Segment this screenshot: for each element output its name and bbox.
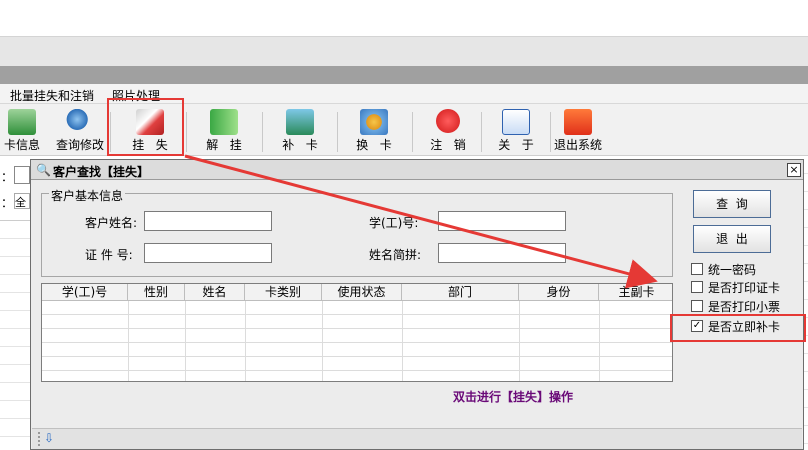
reissue-card-label: 补 卡 [282, 138, 318, 152]
swap-card-button[interactable]: 换 卡 [344, 107, 404, 155]
grid-divider [402, 301, 403, 381]
background-input[interactable] [14, 166, 30, 184]
window-caption-bar [0, 66, 808, 84]
name-pinyin-input[interactable] [438, 243, 566, 263]
card-info-button[interactable]: 卡信息 [0, 107, 44, 155]
exit-system-button[interactable]: 退出系统 [552, 107, 604, 155]
id-number-input[interactable] [144, 243, 272, 263]
customer-info-group [41, 193, 673, 277]
customer-results-grid[interactable]: 学(工)号 性别 姓名 卡类别 使用状态 部门 身份 主副卡 [41, 283, 673, 382]
column-header-gender[interactable]: 性别 [128, 284, 185, 301]
background-grid [0, 220, 30, 450]
info-icon [502, 109, 530, 135]
unlock-arrow-icon [210, 109, 238, 135]
checkbox-label: 是否打印证卡 [708, 281, 781, 295]
grid-header: 学(工)号 性别 姓名 卡类别 使用状态 部门 身份 主副卡 [42, 284, 672, 301]
toolbar-separator [262, 112, 263, 152]
grid-body[interactable] [42, 301, 672, 381]
swap-card-icon [360, 109, 388, 135]
grid-divider [245, 301, 246, 381]
cancel-card-label: 注 销 [430, 138, 466, 152]
card-info-label: 卡信息 [3, 138, 40, 152]
column-header-card-type[interactable]: 卡类别 [245, 284, 322, 301]
exit-system-label: 退出系统 [553, 138, 602, 152]
grid-divider [185, 301, 186, 381]
annotation-highlight-report-loss [107, 98, 184, 156]
dialog-status-bar: ⇩ [32, 428, 802, 449]
dialog-close-button[interactable]: × [787, 163, 801, 177]
checkbox-box[interactable] [691, 300, 703, 312]
column-header-department[interactable]: 部门 [402, 284, 519, 301]
double-click-hint: 双击进行【挂失】操作 [453, 390, 574, 404]
search-icon: 🔍 [36, 163, 51, 177]
background-select[interactable]: 全 [14, 193, 30, 209]
toolbar-separator [337, 112, 338, 152]
background-form-left: ： ： 全 [0, 156, 30, 450]
grid-divider [128, 301, 129, 381]
magnifier-icon [66, 109, 94, 135]
customer-info-group-title: 客户基本信息 [49, 187, 126, 204]
dialog-title: 客户查找【挂失】 [53, 165, 150, 179]
grid-divider [599, 301, 600, 381]
checkbox-label: 统一密码 [708, 263, 757, 277]
checkbox-box[interactable] [691, 263, 703, 275]
background-label: ： [1, 196, 14, 210]
column-header-identity[interactable]: 身份 [519, 284, 599, 301]
reissue-card-button[interactable]: 补 卡 [270, 107, 330, 155]
name-pinyin-label: 姓名简拼: [369, 248, 422, 262]
card-info-icon [8, 109, 36, 135]
toolbar-separator [550, 112, 551, 152]
exit-x-icon [564, 109, 592, 135]
grid-divider [519, 301, 520, 381]
checkbox-box[interactable] [691, 281, 703, 293]
unlock-button[interactable]: 解 挂 [194, 107, 254, 155]
student-no-label: 学(工)号: [369, 216, 419, 230]
column-header-student-no[interactable]: 学(工)号 [42, 284, 128, 301]
column-header-name[interactable]: 姓名 [185, 284, 245, 301]
toolbar-separator [186, 112, 187, 152]
search-button[interactable]: 查 询 [693, 190, 771, 218]
id-number-label: 证 件 号: [85, 248, 133, 262]
dialog-title-bar: 🔍 客户查找【挂失】 × [31, 160, 803, 180]
customer-name-label: 客户姓名: [85, 216, 138, 230]
toolbar-separator [412, 112, 413, 152]
student-no-input[interactable] [438, 211, 566, 231]
column-header-card-role[interactable]: 主副卡 [599, 284, 672, 301]
query-modify-label: 查询修改 [55, 138, 104, 152]
grid-divider [322, 301, 323, 381]
customer-name-input[interactable] [144, 211, 272, 231]
cancel-card-button[interactable]: 注 销 [420, 107, 476, 155]
customer-search-dialog: 🔍 客户查找【挂失】 × 客户基本信息 客户姓名: 学(工)号: 证 件 号: … [30, 159, 804, 450]
window-title-band [0, 36, 808, 66]
about-label: 关 于 [498, 138, 534, 152]
annotation-highlight-reissue-now [670, 314, 806, 342]
swap-card-label: 换 卡 [356, 138, 392, 152]
background-label: ： [1, 170, 14, 184]
down-arrow-icon[interactable]: ⇩ [44, 431, 54, 445]
toolbar-separator [481, 112, 482, 152]
menu-batch-loss-cancel[interactable]: 批量挂失和注销 [10, 87, 94, 104]
about-button[interactable]: 关 于 [486, 107, 546, 155]
window-top-area [0, 0, 808, 36]
stop-sign-icon [436, 109, 460, 133]
unlock-label: 解 挂 [206, 138, 242, 152]
column-header-status[interactable]: 使用状态 [322, 284, 402, 301]
checkbox-label: 是否打印小票 [708, 300, 781, 314]
exit-button[interactable]: 退 出 [693, 225, 771, 253]
query-modify-button[interactable]: 查询修改 [52, 107, 108, 155]
grip-icon [38, 432, 40, 446]
reissue-card-icon [286, 109, 314, 135]
